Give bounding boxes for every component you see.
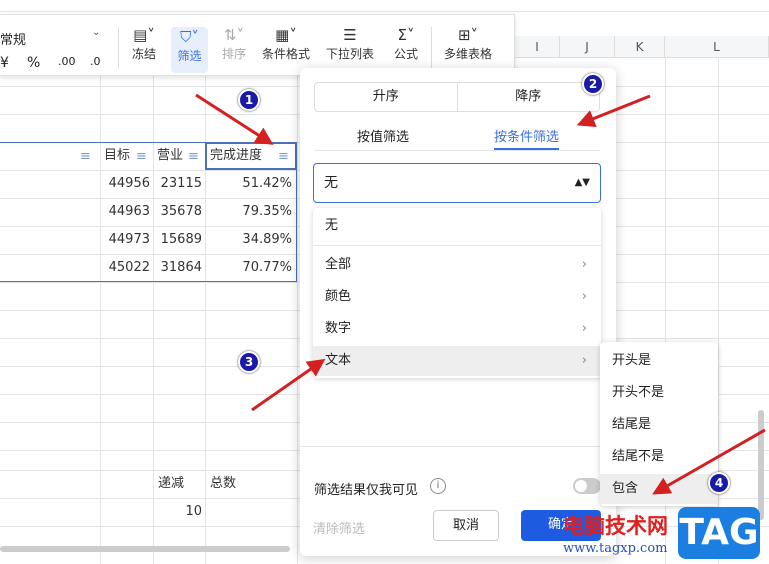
step-badge-2: 2	[582, 73, 604, 95]
arrow-2	[576, 94, 651, 128]
arrow-3	[251, 358, 326, 412]
step-badge-4: 4	[708, 472, 730, 494]
annotation-arrows	[195, 93, 766, 495]
step-badge-3: 3	[238, 351, 260, 373]
step-badge-1: 1	[238, 89, 260, 111]
